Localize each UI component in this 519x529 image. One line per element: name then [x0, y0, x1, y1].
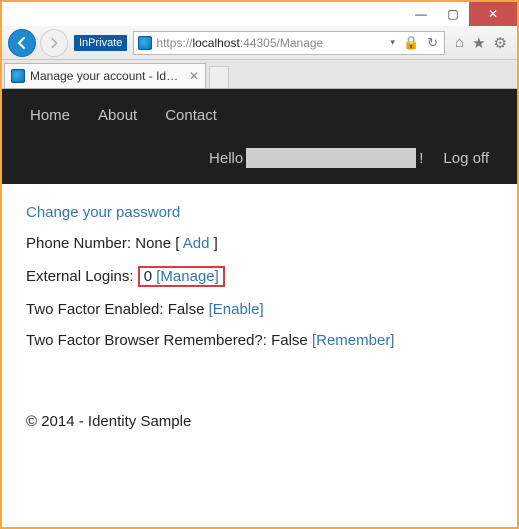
two-factor-enable-link[interactable]: [Enable] [209, 301, 264, 318]
hello-suffix: ! [419, 150, 423, 167]
home-icon[interactable]: ⌂ [455, 34, 464, 51]
logoff-link[interactable]: Log off [443, 150, 489, 167]
external-logins-count: 0 [144, 268, 152, 285]
tab-active[interactable]: Manage your account - Ide... ✕ [4, 63, 206, 88]
close-window-button[interactable]: ✕ [469, 2, 517, 26]
two-factor-value: False [168, 301, 205, 318]
tools-gear-icon[interactable]: ⚙ [494, 34, 507, 52]
external-logins-label: External Logins: [26, 268, 134, 285]
phone-row: Phone Number: None [ Add ] [26, 235, 493, 252]
minimize-button[interactable]: — [405, 2, 437, 26]
window-titlebar: — ▢ ✕ [2, 2, 517, 26]
browser-toolbar-right: ⌂ ★ ⚙ [449, 34, 511, 52]
tab-title: Manage your account - Ide... [30, 69, 180, 83]
new-tab-button[interactable] [209, 66, 229, 88]
tab-strip: Manage your account - Ide... ✕ [2, 60, 517, 89]
browser-navbar: InPrivate https://localhost:44305/Manage… [2, 26, 517, 60]
back-button[interactable] [8, 29, 36, 57]
maximize-button[interactable]: ▢ [437, 2, 469, 26]
inprivate-badge: InPrivate [74, 35, 127, 51]
two-factor-label: Two Factor Enabled: [26, 301, 164, 318]
footer-text: © 2014 - Identity Sample [26, 413, 191, 430]
phone-label: Phone Number: [26, 235, 131, 252]
url-protocol: https:// [156, 36, 192, 50]
phone-add-link[interactable]: Add [183, 235, 210, 252]
url-text[interactable]: https://localhost:44305/Manage [156, 36, 384, 50]
external-logins-row: External Logins: 0 [Manage] [26, 266, 493, 287]
nav-home-link[interactable]: Home [30, 107, 70, 124]
username-redacted [246, 148, 416, 168]
tab-close-icon[interactable]: ✕ [189, 69, 199, 83]
address-bar[interactable]: https://localhost:44305/Manage ▾ 🔒 ↻ [133, 31, 445, 55]
refresh-icon[interactable]: ↻ [425, 35, 440, 51]
arrow-right-icon [48, 37, 60, 49]
url-host: localhost [192, 36, 239, 50]
url-path: :44305/Manage [240, 36, 323, 50]
change-password-link[interactable]: Change your password [26, 204, 180, 221]
tab-favicon-icon [11, 69, 25, 83]
browser-remembered-label: Two Factor Browser Remembered?: [26, 332, 267, 349]
forward-button[interactable] [40, 29, 68, 57]
ie-favicon-icon [138, 36, 152, 50]
external-logins-highlight: 0 [Manage] [138, 266, 225, 287]
page-footer: © 2014 - Identity Sample [2, 413, 517, 454]
hello-user[interactable]: Hello ! [209, 148, 423, 168]
site-navbar: Home About Contact Hello ! Log off [2, 89, 517, 184]
browser-remembered-row: Two Factor Browser Remembered?: False [R… [26, 332, 493, 349]
browser-remembered-value: False [271, 332, 308, 349]
external-logins-manage-link[interactable]: [Manage] [156, 268, 219, 285]
hello-prefix: Hello [209, 150, 243, 167]
browser-remembered-link[interactable]: [Remember] [312, 332, 395, 349]
favorites-icon[interactable]: ★ [472, 34, 485, 52]
page-viewport: Home About Contact Hello ! Log off Chang… [2, 89, 517, 527]
arrow-left-icon [15, 36, 29, 50]
two-factor-row: Two Factor Enabled: False [Enable] [26, 301, 493, 318]
url-dropdown-icon[interactable]: ▾ [388, 37, 397, 48]
phone-value: None [135, 235, 171, 252]
lock-icon[interactable]: 🔒 [401, 35, 421, 51]
nav-contact-link[interactable]: Contact [165, 107, 217, 124]
nav-about-link[interactable]: About [98, 107, 137, 124]
page-content: Change your password Phone Number: None … [2, 184, 517, 383]
